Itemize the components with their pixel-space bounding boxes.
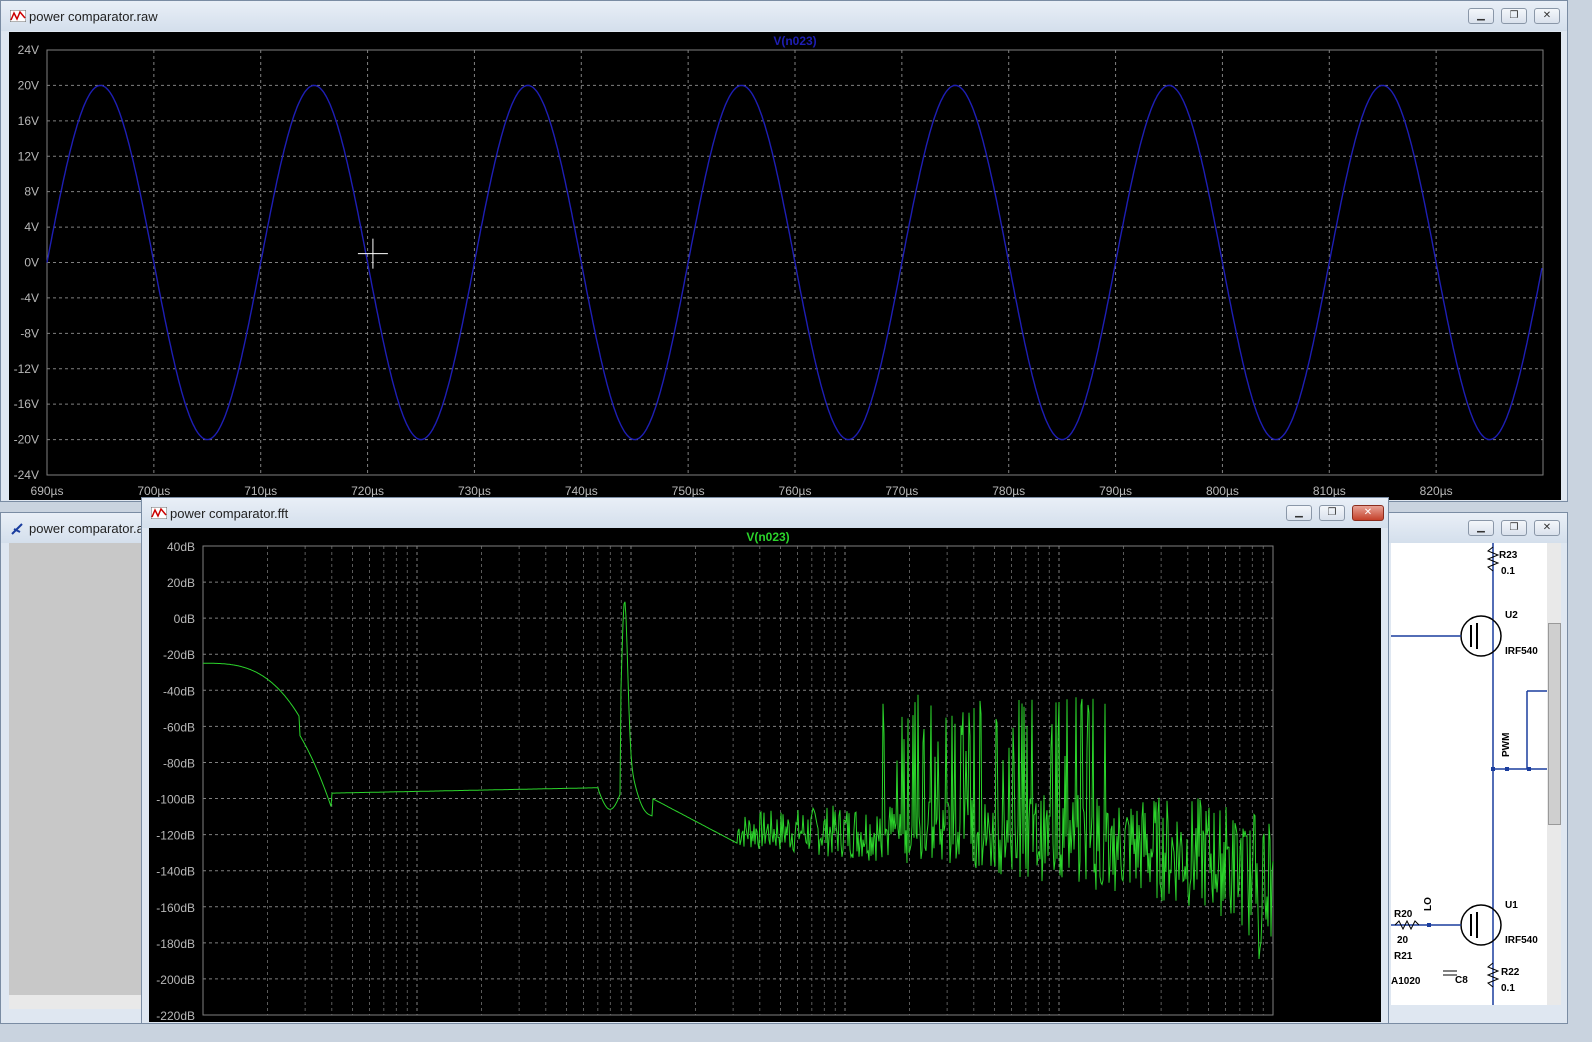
minimize-button[interactable]: ▁ — [1286, 505, 1312, 521]
label-u2-part: IRF540 — [1505, 646, 1538, 657]
y-tick-label: -180dB — [156, 937, 195, 951]
y-tick-label: 8V — [24, 185, 39, 199]
x-tick-label: 780µs — [992, 484, 1025, 498]
raw-plot-area[interactable]: 24V 20V 16V 12V 8V 4V 0V -4V -8V -12V -16V -20V -24V… — [9, 32, 1561, 500]
fft-window-title: power comparator.fft — [170, 506, 289, 521]
y-tick-label: -24V — [14, 468, 39, 482]
y-tick-label: 20dB — [167, 576, 195, 590]
label-c8: C8 — [1455, 975, 1468, 986]
y-tick-label: -160dB — [156, 901, 195, 915]
waveform-icon — [150, 506, 168, 522]
x-tick-label: 820µs — [1420, 484, 1453, 498]
y-tick-label: -40dB — [163, 684, 195, 698]
restore-button[interactable]: ❐ — [1319, 505, 1345, 521]
x-tick-label: 760µs — [779, 484, 812, 498]
y-tick-label: 16V — [18, 114, 39, 128]
x-tick-label: 690µs — [31, 484, 64, 498]
y-tick-label: 40dB — [167, 540, 195, 554]
y-tick-label: -16V — [14, 397, 39, 411]
spectrum-trace — [203, 601, 1274, 960]
label-r22: R22 — [1501, 967, 1520, 978]
raw-window[interactable]: power comparator.raw ▁ ❐ ✕ 24V 20V 16V 12V 8… — [0, 0, 1568, 502]
y-tick-label: 24V — [18, 43, 39, 57]
x-tick-label: 800µs — [1206, 484, 1239, 498]
minimize-button[interactable]: ▁ — [1468, 8, 1494, 24]
x-tick-label: 790µs — [1099, 484, 1132, 498]
y-tick-label: -100dB — [156, 793, 195, 807]
label-r20: R20 — [1394, 909, 1413, 920]
asc-left-pane — [9, 543, 143, 1005]
x-tick-label: 730µs — [458, 484, 491, 498]
label-r22-value: 0.1 — [1501, 983, 1515, 994]
y-tick-label: 20V — [18, 78, 39, 92]
y-tick-label: -4V — [20, 291, 39, 305]
close-button[interactable]: ✕ — [1352, 505, 1384, 521]
label-r20-value: 20 — [1397, 935, 1409, 946]
raw-window-title: power comparator.raw — [29, 9, 158, 24]
raw-titlebar[interactable]: power comparator.raw ▁ ❐ ✕ — [1, 1, 1567, 31]
restore-button[interactable]: ❐ — [1501, 520, 1527, 536]
asc-window-title: power comparator.asc — [29, 521, 157, 536]
schematic-drawing: R23 0.1 U2 IRF540 PWM U1 IRF540 R20 20 L… — [1391, 543, 1547, 1005]
x-tick-label: 740µs — [565, 484, 598, 498]
schematic-icon — [10, 522, 26, 539]
label-r21-value: A1020 — [1391, 976, 1421, 987]
y-tick-label: 12V — [18, 149, 39, 163]
trace-label: V(n023) — [773, 34, 816, 48]
vertical-scrollbar[interactable] — [1547, 543, 1561, 1005]
label-u1-part: IRF540 — [1505, 935, 1538, 946]
minimize-button[interactable]: ▁ — [1468, 520, 1494, 536]
label-r21: R21 — [1394, 951, 1413, 962]
fft-window[interactable]: power comparator.fft ▁ ❐ ✕ 40dB 20dB 0dB -2… — [141, 497, 1389, 1024]
label-u2: U2 — [1505, 610, 1518, 621]
scrollbar-thumb[interactable] — [1548, 623, 1561, 825]
label-r23: R23 — [1499, 550, 1518, 561]
x-tick-label: 750µs — [672, 484, 705, 498]
x-tick-label: 700µs — [137, 484, 170, 498]
y-tick-label: -120dB — [156, 829, 195, 843]
y-tick-label: -220dB — [156, 1009, 195, 1022]
y-tick-label: 4V — [24, 220, 39, 234]
close-button[interactable]: ✕ — [1534, 8, 1560, 24]
y-tick-label: -12V — [14, 362, 39, 376]
restore-button[interactable]: ❐ — [1501, 8, 1527, 24]
y-tick-label: -20V — [14, 433, 39, 447]
x-tick-label: 770µs — [885, 484, 918, 498]
raw-waveform-chart[interactable]: 24V 20V 16V 12V 8V 4V 0V -4V -8V -12V -16V -20V -24V… — [9, 32, 1561, 500]
waveform-icon — [9, 9, 27, 25]
y-tick-label: -80dB — [163, 756, 195, 770]
fft-spectrum-chart[interactable]: 40dB 20dB 0dB -20dB -40dB -60dB -80dB -100dB -12… — [149, 528, 1381, 1023]
y-tick-label: -200dB — [156, 973, 195, 987]
trace-label: V(n023) — [746, 530, 789, 544]
y-tick-label: 0dB — [174, 612, 195, 626]
horizontal-scrollbar[interactable] — [9, 995, 143, 1009]
y-tick-label: -140dB — [156, 865, 195, 879]
plot-frame — [202, 545, 1274, 1016]
label-r23-value: 0.1 — [1501, 566, 1515, 577]
y-tick-label: -8V — [20, 326, 39, 340]
schematic-canvas[interactable]: R23 0.1 U2 IRF540 PWM U1 IRF540 R20 20 L… — [1391, 543, 1547, 1005]
label-pwm: PWM — [1501, 733, 1512, 757]
y-tick-label: -20dB — [163, 648, 195, 662]
label-lo: LO — [1423, 897, 1434, 911]
close-button[interactable]: ✕ — [1534, 520, 1560, 536]
fft-titlebar[interactable]: power comparator.fft ▁ ❐ ✕ — [142, 498, 1388, 528]
x-tick-label: 710µs — [244, 484, 277, 498]
label-u1: U1 — [1505, 900, 1518, 911]
fft-plot-area[interactable]: 40dB 20dB 0dB -20dB -40dB -60dB -80dB -100dB -12… — [149, 528, 1381, 1023]
x-tick-label: 810µs — [1313, 484, 1346, 498]
y-tick-label: -60dB — [163, 720, 195, 734]
x-tick-label: 720µs — [351, 484, 384, 498]
y-tick-label: 0V — [24, 256, 39, 270]
